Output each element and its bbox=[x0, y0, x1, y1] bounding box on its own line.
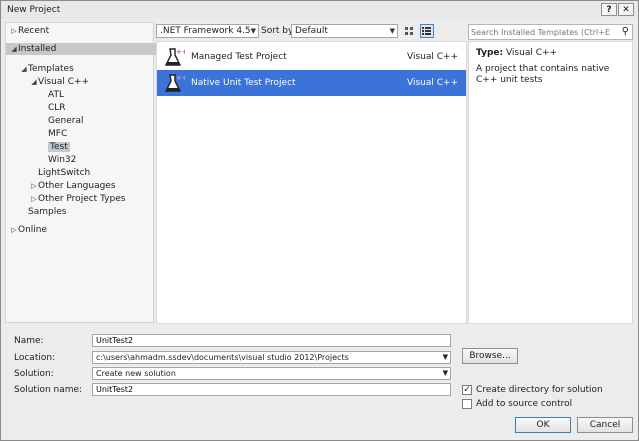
tree-item-label: CLR bbox=[48, 103, 66, 113]
project-form: Name: Location: c:\users\ahmadm.ssdev\do… bbox=[1, 325, 638, 440]
tree-item-label: Recent bbox=[18, 26, 50, 36]
tree-item-label: MFC bbox=[48, 129, 68, 139]
tree-item-label: Visual C++ bbox=[38, 77, 90, 87]
tree-item-general[interactable]: General bbox=[6, 115, 83, 127]
template-item-managed-test-project[interactable]: ++ Managed Test Project Visual C++ bbox=[157, 44, 466, 70]
template-name: Managed Test Project bbox=[191, 52, 287, 62]
create-directory-label[interactable]: Create directory for solution bbox=[476, 385, 603, 395]
tree-item-label: General bbox=[48, 116, 84, 126]
template-list: ++ Managed Test Project Visual C++ ++ Na… bbox=[156, 41, 467, 324]
window-title: New Project bbox=[7, 5, 61, 15]
template-language: Visual C++ bbox=[407, 78, 459, 88]
close-button[interactable]: ✕ bbox=[618, 3, 634, 16]
search-icon[interactable]: ⚲ bbox=[622, 26, 629, 37]
tree-item-label: Templates bbox=[28, 64, 74, 74]
svg-text:++: ++ bbox=[176, 74, 185, 82]
tree-item-label: Samples bbox=[28, 207, 67, 217]
tree-item-label: Installed bbox=[18, 44, 57, 54]
location-label: Location: bbox=[14, 353, 56, 363]
solution-name-label: Solution name: bbox=[14, 385, 83, 395]
template-language: Visual C++ bbox=[407, 52, 459, 62]
list-view-button[interactable] bbox=[420, 24, 434, 38]
framework-dropdown[interactable]: .NET Framework 4.5 ▼ bbox=[156, 24, 259, 38]
flask-icon: ++ bbox=[164, 74, 185, 92]
type-value: Visual C++ bbox=[505, 48, 558, 58]
name-field[interactable] bbox=[92, 334, 451, 347]
tree-item-lightswitch[interactable]: LightSwitch bbox=[6, 167, 90, 179]
add-source-control-checkbox[interactable] bbox=[462, 399, 472, 409]
template-details: Type: Visual C++ A project that contains… bbox=[468, 41, 633, 324]
location-field[interactable]: c:\users\ahmadm.ssdev\documents\visual s… bbox=[92, 351, 451, 364]
svg-text:++: ++ bbox=[176, 48, 185, 56]
expanded-arrow-icon[interactable]: ◢ bbox=[20, 63, 28, 75]
grid-view-icon bbox=[405, 27, 413, 35]
tree-item-label: Test bbox=[48, 142, 70, 152]
location-value: c:\users\ahmadm.ssdev\documents\visual s… bbox=[96, 353, 349, 362]
tree-item-win32[interactable]: Win32 bbox=[6, 154, 76, 166]
template-toolbar: .NET Framework 4.5 ▼ Sort by: Default ▼ bbox=[156, 24, 466, 40]
browse-button[interactable]: Browse... bbox=[462, 348, 518, 364]
create-directory-checkbox[interactable]: ✓ bbox=[462, 385, 472, 395]
tree-item-mfc[interactable]: MFC bbox=[6, 128, 67, 140]
template-item-native-unit-test-project[interactable]: ++ Native Unit Test Project Visual C++ bbox=[157, 70, 466, 96]
ok-button[interactable]: OK bbox=[515, 417, 571, 433]
tree-item-label: Win32 bbox=[48, 155, 77, 165]
tree-item-label: Other Project Types bbox=[38, 194, 126, 204]
flask-icon: ++ bbox=[164, 48, 185, 66]
chevron-down-icon: ▼ bbox=[442, 369, 448, 377]
search-box[interactable]: ⚲ bbox=[468, 24, 633, 40]
expanded-arrow-icon[interactable]: ◢ bbox=[10, 43, 18, 55]
template-description: A project that contains native C++ unit … bbox=[476, 64, 610, 85]
tree-item-templates[interactable]: ◢Templates bbox=[6, 63, 74, 75]
tree-item-label: Online bbox=[18, 225, 48, 235]
tree-item-online[interactable]: ▷Online bbox=[6, 224, 47, 236]
tree-item-other-project-types[interactable]: ▷Other Project Types bbox=[6, 193, 125, 205]
collapsed-arrow-icon[interactable]: ▷ bbox=[10, 224, 18, 236]
chevron-down-icon: ▼ bbox=[250, 27, 256, 35]
collapsed-arrow-icon[interactable]: ▷ bbox=[30, 180, 38, 192]
expanded-arrow-icon[interactable]: ◢ bbox=[30, 76, 38, 88]
tree-item-label: ATL bbox=[48, 90, 64, 100]
list-view-icon bbox=[422, 27, 431, 35]
tree-item-clr[interactable]: CLR bbox=[6, 102, 66, 114]
chevron-down-icon: ▼ bbox=[442, 353, 448, 361]
tree-item-visual-c[interactable]: ◢Visual C++ bbox=[6, 76, 89, 88]
grid-view-button[interactable] bbox=[402, 24, 416, 38]
collapsed-arrow-icon[interactable]: ▷ bbox=[10, 25, 18, 37]
chevron-down-icon: ▼ bbox=[389, 27, 395, 35]
tree-item-recent[interactable]: ▷Recent bbox=[6, 25, 49, 37]
tree-item-other-languages[interactable]: ▷Other Languages bbox=[6, 180, 116, 192]
name-label: Name: bbox=[14, 336, 44, 346]
type-label: Type: bbox=[476, 48, 504, 58]
cancel-button[interactable]: Cancel bbox=[577, 417, 633, 433]
template-name: Native Unit Test Project bbox=[191, 78, 296, 88]
framework-value: .NET Framework 4.5 bbox=[160, 26, 251, 36]
tree-item-installed[interactable]: ◢Installed bbox=[6, 43, 157, 55]
solution-name-field[interactable] bbox=[92, 383, 451, 396]
collapsed-arrow-icon[interactable]: ▷ bbox=[30, 193, 38, 205]
solution-value: Create new solution bbox=[96, 369, 176, 378]
sort-value: Default bbox=[295, 26, 328, 36]
template-tree: ▷Recent ◢Installed ◢Templates ◢Visual C++ AT… bbox=[5, 22, 157, 323]
new-project-dialog: New Project ? ✕ ▷Recent ◢Installed ◢Templa… bbox=[0, 0, 639, 441]
help-button[interactable]: ? bbox=[601, 3, 617, 16]
solution-dropdown[interactable]: Create new solution ▼ bbox=[92, 367, 451, 380]
tree-item-label: LightSwitch bbox=[38, 168, 91, 178]
tree-item-atl[interactable]: ATL bbox=[6, 89, 64, 101]
tree-item-test[interactable]: Test bbox=[6, 141, 70, 153]
search-input[interactable] bbox=[471, 26, 611, 38]
add-source-control-label[interactable]: Add to source control bbox=[476, 399, 572, 409]
tree-item-samples[interactable]: Samples bbox=[6, 206, 66, 218]
close-icon: ✕ bbox=[622, 5, 630, 15]
solution-label: Solution: bbox=[14, 369, 54, 379]
sort-dropdown[interactable]: Default ▼ bbox=[291, 24, 398, 38]
title-bar: New Project ? ✕ bbox=[1, 1, 638, 19]
tree-item-label: Other Languages bbox=[38, 181, 116, 191]
template-type: Type: Visual C++ bbox=[476, 48, 557, 58]
